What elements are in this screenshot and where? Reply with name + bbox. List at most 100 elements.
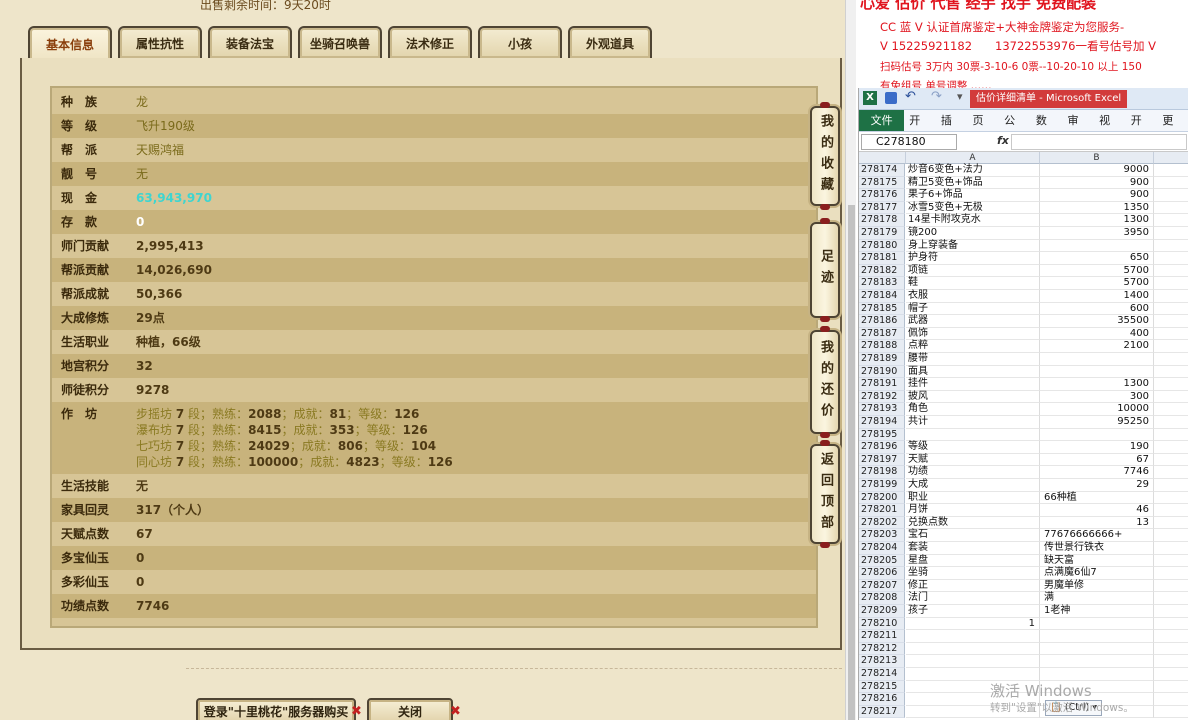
sheet-row[interactable]: 278179 镜200 3950 [859, 227, 1188, 240]
tab-data[interactable]: 数据 [1031, 110, 1063, 149]
row-number[interactable]: 278203 [859, 529, 905, 542]
cell-a[interactable] [906, 668, 1040, 681]
cell-b[interactable]: 1400 [1040, 290, 1154, 303]
cell-c[interactable] [1154, 605, 1188, 618]
row-number[interactable]: 278192 [859, 390, 905, 404]
cell-c[interactable] [1154, 706, 1188, 719]
cell-c[interactable] [1154, 693, 1188, 706]
select-all-corner[interactable] [859, 152, 906, 164]
cell-a[interactable]: 炒音6变色+法力 [906, 164, 1040, 177]
cell-b[interactable]: 2100 [1040, 340, 1154, 353]
cell-a[interactable]: 面具 [906, 365, 1040, 379]
cell-a[interactable]: 坐骑 [906, 567, 1040, 580]
sheet-row[interactable]: 278205 星盘 缺天富 [859, 554, 1188, 568]
cell-a[interactable]: 果子6+饰品 [906, 189, 1040, 202]
cell-b[interactable]: 13 [1040, 516, 1154, 530]
row-number[interactable]: 278205 [859, 554, 905, 568]
row-number[interactable]: 278188 [859, 340, 905, 353]
sheet-row[interactable]: 278195 [859, 428, 1188, 442]
cell-a[interactable]: 点粹 [906, 340, 1040, 353]
sheet-row[interactable]: 278204 套装 传世景行铁衣 [859, 542, 1188, 555]
row-number[interactable]: 278182 [859, 264, 905, 278]
cell-b[interactable] [1040, 668, 1154, 681]
cell-a[interactable]: 宝石 [906, 529, 1040, 542]
cell-b[interactable]: 190 [1040, 441, 1154, 454]
row-number[interactable]: 278204 [859, 542, 905, 555]
row-number[interactable]: 278176 [859, 189, 905, 202]
row-number[interactable]: 278217 [859, 705, 905, 719]
cell-b[interactable]: 9000 [1040, 164, 1154, 177]
cell-c[interactable] [1154, 214, 1188, 227]
cell-a[interactable]: 修正 [906, 579, 1040, 593]
sheet-row[interactable]: 278203 宝石 77676666666+ [859, 529, 1188, 542]
cell-a[interactable] [906, 655, 1040, 668]
column-header-b[interactable]: B [1040, 152, 1154, 164]
cell-c[interactable] [1154, 290, 1188, 303]
cell-b[interactable]: 1老神 [1040, 605, 1154, 618]
tab-appearance[interactable]: 外观道具 [568, 26, 652, 58]
cell-a[interactable]: 14星卡附攻克水 [906, 214, 1040, 227]
sheet-row[interactable]: 278207 修正 男魔单修 [859, 579, 1188, 593]
tab-equipment[interactable]: 装备法宝 [208, 26, 292, 58]
cell-b[interactable] [1040, 655, 1154, 668]
sheet-row[interactable]: 278206 坐骑 点满魔6仙7 [859, 567, 1188, 580]
row-number[interactable]: 278175 [859, 176, 905, 190]
cell-b[interactable]: 95250 [1040, 416, 1154, 429]
save-icon[interactable] [885, 92, 897, 104]
tab-file[interactable]: 文件 [859, 110, 905, 131]
row-number[interactable]: 278211 [859, 630, 905, 643]
cell-c[interactable] [1154, 580, 1188, 593]
cell-b[interactable] [1040, 353, 1154, 366]
cell-c[interactable] [1154, 353, 1188, 366]
cell-c[interactable] [1154, 504, 1188, 517]
tab-child[interactable]: 小孩 [478, 26, 562, 58]
sheet-row[interactable]: 278212 [859, 642, 1188, 656]
cell-a[interactable]: 披风 [906, 390, 1040, 404]
cell-b[interactable]: 77676666666+ [1040, 529, 1154, 542]
sheet-row[interactable]: 278180 身上穿装备 [859, 239, 1188, 253]
cell-a[interactable]: 护身符 [906, 252, 1040, 265]
cell-b[interactable]: 650 [1040, 252, 1154, 265]
row-number[interactable]: 278212 [859, 642, 905, 656]
cell-b[interactable]: 400 [1040, 327, 1154, 341]
row-number[interactable]: 278193 [859, 403, 905, 416]
cell-b[interactable]: 1300 [1040, 378, 1154, 391]
cell-c[interactable] [1154, 618, 1188, 631]
cell-c[interactable] [1154, 391, 1188, 404]
tab-page[interactable]: 页面 [968, 110, 1000, 149]
cell-a[interactable]: 项链 [906, 264, 1040, 278]
cell-b[interactable]: 300 [1040, 390, 1154, 404]
cell-b[interactable]: 满 [1040, 592, 1154, 605]
tab-formulas[interactable]: 公式 [999, 110, 1031, 149]
row-number[interactable]: 278194 [859, 416, 905, 429]
back-to-top-button[interactable]: 返回顶部 [810, 440, 840, 548]
cell-c[interactable] [1154, 227, 1188, 240]
row-number[interactable]: 278210 [859, 617, 905, 631]
cell-a[interactable]: 佩饰 [906, 327, 1040, 341]
sheet-row[interactable]: 278211 [859, 630, 1188, 643]
row-number[interactable]: 278190 [859, 365, 905, 379]
sheet-row[interactable]: 278175 精卫5变色+饰品 900 [859, 176, 1188, 190]
tab-view[interactable]: 视图 [1094, 110, 1126, 149]
cell-a[interactable]: 兑换点数 [906, 516, 1040, 530]
row-number[interactable]: 278215 [859, 680, 905, 694]
sheet-row[interactable]: 278178 14星卡附攻克水 1300 [859, 214, 1188, 227]
cell-a[interactable]: 镜200 [906, 227, 1040, 240]
row-number[interactable]: 278206 [859, 567, 905, 580]
cell-a[interactable]: 共计 [906, 416, 1040, 429]
formula-input[interactable] [1011, 134, 1187, 150]
cell-b[interactable]: 900 [1040, 189, 1154, 202]
tab-basic-info[interactable]: 基本信息 [28, 26, 112, 60]
tab-mounts-pets[interactable]: 坐骑召唤兽 [298, 26, 382, 58]
cell-b[interactable]: 7746 [1040, 466, 1154, 479]
undo-icon[interactable]: ↶ [905, 89, 916, 104]
close-button[interactable]: 关闭 [367, 698, 453, 720]
cell-c[interactable] [1154, 252, 1188, 265]
cell-a[interactable]: 功绩 [906, 466, 1040, 479]
row-number[interactable]: 278208 [859, 592, 905, 605]
cell-a[interactable] [906, 630, 1040, 643]
cell-a[interactable]: 身上穿装备 [906, 239, 1040, 253]
cell-c[interactable] [1154, 643, 1188, 656]
row-number[interactable]: 278179 [859, 227, 905, 240]
cell-c[interactable] [1154, 177, 1188, 190]
